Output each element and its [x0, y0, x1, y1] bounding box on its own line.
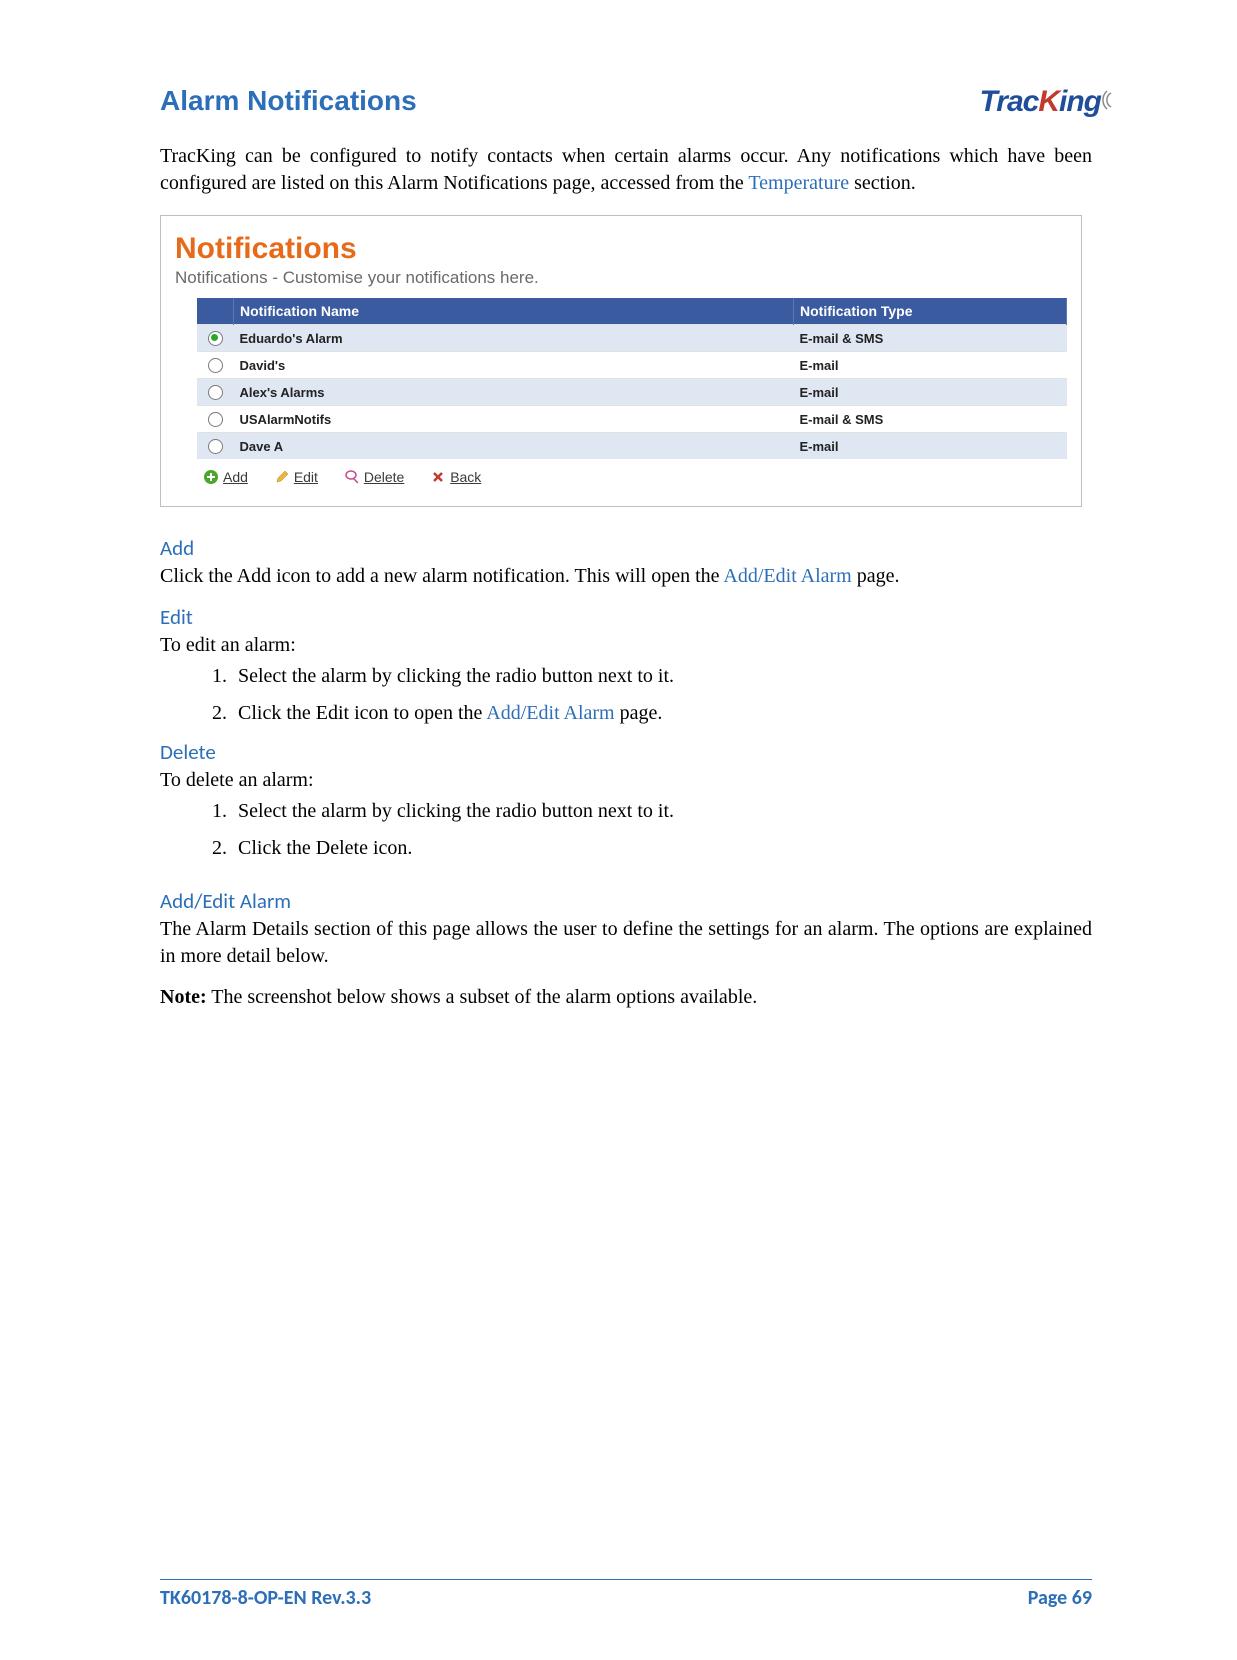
footer-doc-id: TK60178-8-OP-EN Rev.3.3 — [160, 1586, 371, 1610]
page-footer: TK60178-8-OP-EN Rev.3.3 Page 69 — [160, 1579, 1092, 1610]
add-label: Add — [223, 469, 248, 485]
add-text-before: Click the Add icon to add a new alarm no… — [160, 565, 723, 587]
note-text: The screenshot below shows a subset of t… — [207, 986, 758, 1008]
table-row: Eduardo's Alarm E-mail & SMS — [197, 325, 1067, 352]
back-icon — [430, 469, 446, 485]
radio-header — [197, 298, 234, 325]
delete-steps: Select the alarm by clicking the radio b… — [160, 800, 1092, 860]
row-type: E-mail — [794, 352, 1067, 379]
note-label: Note: — [160, 986, 207, 1008]
delete-button[interactable]: Delete — [344, 469, 404, 485]
list-item: Click the Edit icon to open the Add/Edit… — [232, 702, 1092, 725]
row-name: Dave A — [234, 433, 794, 460]
edit-steps: Select the alarm by clicking the radio b… — [160, 665, 1092, 725]
notifications-table: Notification Name Notification Type Edua… — [197, 298, 1067, 459]
addedit-heading: Add/Edit Alarm — [160, 888, 1092, 914]
list-item: Select the alarm by clicking the radio b… — [232, 665, 1092, 688]
notifications-heading: Notifications — [175, 232, 1067, 266]
addedit-paragraph: The Alarm Details section of this page a… — [160, 916, 1092, 970]
edit-heading: Edit — [160, 604, 1092, 630]
row-radio[interactable] — [208, 331, 223, 346]
delete-intro: To delete an alarm: — [160, 767, 1092, 794]
row-type: E-mail — [794, 433, 1067, 460]
add-paragraph: Click the Add icon to add a new alarm no… — [160, 563, 1092, 590]
row-name: USAlarmNotifs — [234, 406, 794, 433]
row-name: David's — [234, 352, 794, 379]
list-item: Select the alarm by clicking the radio b… — [232, 800, 1092, 823]
row-radio[interactable] — [208, 385, 223, 400]
page-title: Alarm Notifications — [160, 85, 1092, 117]
footer-page: Page 69 — [1028, 1586, 1092, 1610]
add-edit-alarm-link[interactable]: Add/Edit Alarm — [486, 702, 614, 724]
row-radio[interactable] — [208, 358, 223, 373]
row-name: Alex's Alarms — [234, 379, 794, 406]
edit-icon — [274, 469, 290, 485]
delete-heading: Delete — [160, 739, 1092, 765]
add-icon — [203, 469, 219, 485]
row-radio[interactable] — [208, 412, 223, 427]
table-row: Dave A E-mail — [197, 433, 1067, 460]
add-button[interactable]: Add — [203, 469, 248, 485]
signal-icon — [1101, 85, 1127, 123]
intro-text-before: TracKing can be configured to notify con… — [160, 145, 1092, 194]
table-row: USAlarmNotifs E-mail & SMS — [197, 406, 1067, 433]
table-row: David's E-mail — [197, 352, 1067, 379]
row-type: E-mail — [794, 379, 1067, 406]
add-text-after: page. — [852, 565, 900, 587]
row-radio[interactable] — [208, 439, 223, 454]
edit-button[interactable]: Edit — [274, 469, 318, 485]
delete-icon — [344, 469, 360, 485]
edit-label: Edit — [294, 469, 318, 485]
back-button[interactable]: Back — [430, 469, 481, 485]
notifications-subheading: Notifications - Customise your notificat… — [175, 268, 1067, 288]
back-label: Back — [450, 469, 481, 485]
col-notification-type: Notification Type — [794, 298, 1067, 325]
list-item: Click the Delete icon. — [232, 837, 1092, 860]
toolbar: Add Edit Delete Back — [175, 459, 1067, 498]
logo-part2: K — [1038, 85, 1059, 118]
notifications-screenshot: Notifications Notifications - Customise … — [160, 215, 1082, 507]
table-row: Alex's Alarms E-mail — [197, 379, 1067, 406]
footer-page-label: Page — [1028, 1586, 1072, 1610]
step-text-before: Click the Edit icon to open the — [238, 702, 486, 724]
logo-part1: Trac — [980, 85, 1039, 118]
delete-label: Delete — [364, 469, 404, 485]
addedit-note: Note: The screenshot below shows a subse… — [160, 984, 1092, 1011]
tracking-logo: TracKing — [980, 85, 1128, 123]
intro-paragraph: TracKing can be configured to notify con… — [160, 143, 1092, 197]
row-type: E-mail & SMS — [794, 406, 1067, 433]
add-edit-alarm-link[interactable]: Add/Edit Alarm — [723, 565, 851, 587]
row-type: E-mail & SMS — [794, 325, 1067, 352]
intro-text-after: section. — [849, 172, 916, 194]
logo-part3: ing — [1059, 85, 1101, 118]
footer-page-number: 69 — [1072, 1586, 1092, 1610]
add-heading: Add — [160, 535, 1092, 561]
row-name: Eduardo's Alarm — [234, 325, 794, 352]
col-notification-name: Notification Name — [234, 298, 794, 325]
temperature-link[interactable]: Temperature — [748, 172, 849, 194]
edit-intro: To edit an alarm: — [160, 632, 1092, 659]
step-text-after: page. — [615, 702, 663, 724]
